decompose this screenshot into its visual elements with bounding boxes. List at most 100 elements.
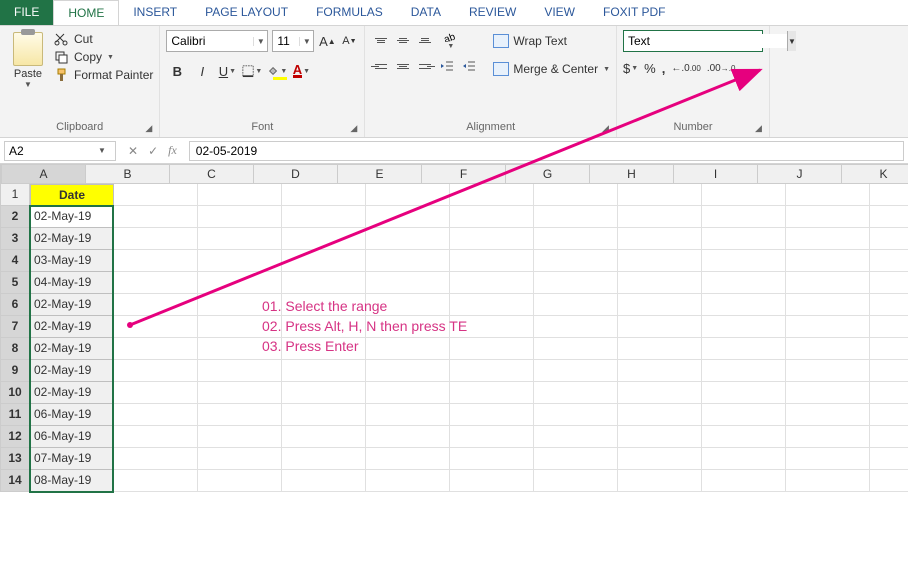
cell[interactable] bbox=[198, 382, 282, 404]
cell[interactable]: 02-May-19 bbox=[30, 360, 114, 382]
cell[interactable] bbox=[366, 470, 450, 492]
cell[interactable] bbox=[534, 338, 618, 360]
cell[interactable] bbox=[786, 206, 870, 228]
cell[interactable] bbox=[786, 184, 870, 206]
cell[interactable] bbox=[114, 338, 198, 360]
cell[interactable] bbox=[534, 250, 618, 272]
increase-decimal-button[interactable]: ←.0.00 bbox=[671, 58, 700, 78]
font-size-combo[interactable]: ▼ bbox=[272, 30, 314, 52]
cell[interactable] bbox=[618, 404, 702, 426]
cell[interactable] bbox=[450, 426, 534, 448]
row-header[interactable]: 9 bbox=[0, 360, 30, 382]
cell[interactable] bbox=[702, 470, 786, 492]
cell[interactable] bbox=[870, 228, 908, 250]
cell[interactable] bbox=[618, 316, 702, 338]
insert-function-button[interactable]: fx bbox=[168, 143, 177, 158]
cell[interactable] bbox=[702, 426, 786, 448]
cell[interactable] bbox=[114, 404, 198, 426]
cell[interactable] bbox=[114, 360, 198, 382]
cell[interactable] bbox=[786, 382, 870, 404]
cell[interactable] bbox=[534, 360, 618, 382]
cell[interactable] bbox=[366, 184, 450, 206]
italic-button[interactable]: I bbox=[191, 60, 213, 82]
cell[interactable] bbox=[198, 228, 282, 250]
cell[interactable] bbox=[366, 448, 450, 470]
cell[interactable] bbox=[870, 470, 908, 492]
cells-area[interactable]: Date02-May-1902-May-1903-May-1904-May-19… bbox=[30, 184, 908, 492]
cell[interactable] bbox=[618, 250, 702, 272]
accounting-format-button[interactable]: $ ▼ bbox=[623, 58, 638, 78]
cell[interactable] bbox=[786, 228, 870, 250]
borders-button[interactable]: ▼ bbox=[241, 60, 263, 82]
cell[interactable]: 02-May-19 bbox=[30, 206, 114, 228]
row-header[interactable]: 5 bbox=[0, 272, 30, 294]
cell[interactable] bbox=[786, 470, 870, 492]
decrease-font-size-button[interactable]: A▼ bbox=[340, 32, 358, 50]
dialog-launcher-clipboard[interactable]: ◢ bbox=[145, 123, 157, 135]
cell[interactable]: 03-May-19 bbox=[30, 250, 114, 272]
tab-data[interactable]: DATA bbox=[397, 0, 455, 25]
cell[interactable] bbox=[786, 404, 870, 426]
cell[interactable] bbox=[534, 470, 618, 492]
cell[interactable] bbox=[618, 272, 702, 294]
row-header[interactable]: 13 bbox=[0, 448, 30, 470]
cell[interactable] bbox=[366, 382, 450, 404]
format-painter-button[interactable]: Format Painter bbox=[54, 68, 153, 82]
cell[interactable] bbox=[786, 360, 870, 382]
cell[interactable] bbox=[450, 206, 534, 228]
column-header[interactable]: J bbox=[758, 164, 842, 184]
cell[interactable] bbox=[702, 404, 786, 426]
cell[interactable]: 07-May-19 bbox=[30, 448, 114, 470]
cell[interactable] bbox=[870, 206, 908, 228]
cell[interactable] bbox=[702, 206, 786, 228]
align-top-button[interactable] bbox=[371, 30, 391, 50]
cell[interactable] bbox=[618, 448, 702, 470]
decrease-decimal-button[interactable]: .00→.0 bbox=[707, 58, 736, 78]
cell[interactable] bbox=[702, 272, 786, 294]
cell[interactable] bbox=[870, 426, 908, 448]
cell[interactable] bbox=[282, 360, 366, 382]
cell[interactable] bbox=[618, 470, 702, 492]
cell[interactable] bbox=[534, 426, 618, 448]
cell[interactable] bbox=[114, 426, 198, 448]
cell[interactable]: 04-May-19 bbox=[30, 272, 114, 294]
cell[interactable] bbox=[702, 294, 786, 316]
cell[interactable] bbox=[114, 470, 198, 492]
cell[interactable] bbox=[114, 184, 198, 206]
cell[interactable] bbox=[450, 228, 534, 250]
cell[interactable] bbox=[870, 294, 908, 316]
cell[interactable] bbox=[450, 470, 534, 492]
chevron-down-icon[interactable]: ▼ bbox=[253, 37, 267, 46]
enter-formula-button[interactable]: ✓ bbox=[148, 144, 158, 158]
cell[interactable] bbox=[114, 206, 198, 228]
cell[interactable] bbox=[114, 382, 198, 404]
cell[interactable] bbox=[870, 316, 908, 338]
cell[interactable]: 02-May-19 bbox=[30, 294, 114, 316]
column-header[interactable]: I bbox=[674, 164, 758, 184]
cancel-formula-button[interactable]: ✕ bbox=[128, 144, 138, 158]
tab-foxit-pdf[interactable]: FOXIT PDF bbox=[589, 0, 679, 25]
cell[interactable] bbox=[870, 360, 908, 382]
cell[interactable] bbox=[870, 272, 908, 294]
align-right-button[interactable] bbox=[415, 56, 435, 76]
cell[interactable] bbox=[618, 294, 702, 316]
row-header[interactable]: 1 bbox=[0, 184, 30, 206]
cell[interactable] bbox=[366, 360, 450, 382]
cell[interactable] bbox=[618, 228, 702, 250]
font-size-input[interactable] bbox=[273, 31, 299, 51]
chevron-down-icon[interactable]: ▼ bbox=[95, 146, 109, 155]
tab-review[interactable]: REVIEW bbox=[455, 0, 530, 25]
cell[interactable]: 06-May-19 bbox=[30, 404, 114, 426]
cell[interactable] bbox=[534, 294, 618, 316]
cell[interactable] bbox=[618, 206, 702, 228]
cell[interactable] bbox=[114, 272, 198, 294]
chevron-down-icon[interactable]: ▼ bbox=[299, 37, 313, 46]
cell[interactable] bbox=[618, 338, 702, 360]
row-header[interactable]: 3 bbox=[0, 228, 30, 250]
cell[interactable] bbox=[870, 448, 908, 470]
tab-home[interactable]: HOME bbox=[53, 0, 119, 25]
cell[interactable]: 08-May-19 bbox=[30, 470, 114, 492]
cell[interactable] bbox=[702, 316, 786, 338]
name-box-input[interactable] bbox=[5, 144, 95, 158]
cell[interactable] bbox=[702, 338, 786, 360]
